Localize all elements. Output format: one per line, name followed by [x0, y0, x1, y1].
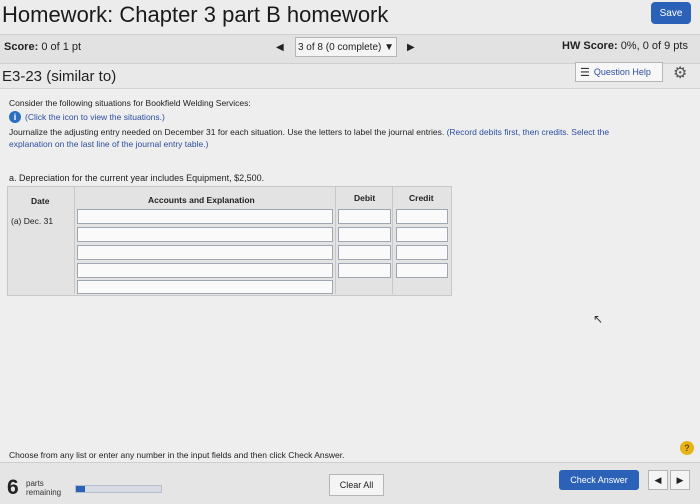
score-value: 0 of 1 pt — [41, 41, 82, 53]
prev-question-button[interactable]: ◀ — [276, 42, 284, 53]
help-icon[interactable]: ? — [680, 441, 694, 455]
parts-remaining-count: 6 — [7, 476, 19, 499]
hw-score-label: HW Score: — [562, 40, 618, 52]
clear-all-button[interactable]: Clear All — [329, 474, 384, 496]
parts-remaining-label: parts remaining — [26, 479, 61, 497]
question-body — [0, 88, 700, 504]
header-date: Date — [31, 196, 50, 206]
explanation-field[interactable] — [77, 280, 333, 294]
gear-icon[interactable]: ⚙ — [673, 63, 687, 83]
column-divider — [335, 186, 336, 294]
account-field[interactable] — [77, 263, 333, 278]
column-divider — [74, 186, 75, 294]
question-dropdown[interactable]: 3 of 8 (0 complete) ▼ — [295, 37, 397, 57]
page-title: Homework: Chapter 3 part B homework — [2, 2, 389, 27]
debit-field[interactable] — [338, 245, 391, 260]
header-debit: Debit — [354, 193, 376, 203]
header-accounts: Accounts and Explanation — [148, 195, 255, 205]
question-help-label: Question Help — [593, 67, 651, 77]
info-link[interactable]: (Click the icon to view the situations.) — [25, 112, 165, 122]
progress-fill — [76, 486, 85, 492]
question-dropdown-label: 3 of 8 (0 complete) — [297, 41, 382, 53]
debit-field[interactable] — [338, 209, 391, 224]
intro-text: Consider the following situations for Bo… — [9, 98, 251, 108]
question-help-button[interactable]: ☰ Question Help — [575, 62, 663, 82]
instructions-text: Journalize the adjusting entry needed on… — [9, 127, 609, 137]
hw-score: HW Score: 0%, 0 of 9 pts — [562, 40, 688, 52]
instructions-main: Journalize the adjusting entry needed on… — [9, 127, 445, 137]
hw-score-value: 0%, 0 of 9 pts — [620, 40, 688, 52]
credit-field[interactable] — [396, 227, 448, 242]
credit-field[interactable] — [396, 245, 448, 260]
parts-label-2: remaining — [26, 488, 62, 497]
save-button[interactable]: Save — [651, 2, 691, 24]
next-question-button[interactable]: ▶ — [407, 42, 415, 53]
chevron-left-icon[interactable]: ◀ — [648, 470, 668, 490]
chevron-down-icon: ▼ — [384, 41, 395, 53]
question-title: E3-23 (similar to) — [2, 68, 117, 85]
column-divider — [392, 186, 393, 294]
header-credit: Credit — [409, 193, 434, 203]
score: Score: 0 of 1 pt — [4, 41, 81, 53]
debit-field[interactable] — [338, 227, 391, 242]
account-field[interactable] — [77, 209, 333, 224]
part-a-text: a. Depreciation for the current year inc… — [9, 173, 265, 183]
debit-field[interactable] — [338, 263, 391, 278]
account-field[interactable] — [77, 245, 333, 260]
parts-progress-bar — [75, 485, 162, 493]
date-cell: (a) Dec. 31 — [11, 216, 54, 226]
instructions-note-2: explanation on the last line of the jour… — [9, 139, 209, 149]
account-field[interactable] — [77, 227, 333, 242]
footer-prompt: Choose from any list or enter any number… — [9, 450, 345, 460]
mouse-cursor-icon: ↖ — [593, 312, 604, 326]
score-label: Score: — [4, 41, 39, 53]
credit-field[interactable] — [396, 263, 448, 278]
credit-field[interactable] — [396, 209, 448, 224]
list-icon: ☰ — [580, 66, 590, 79]
parts-label-1: parts — [26, 479, 44, 488]
chevron-right-icon[interactable]: ▶ — [670, 470, 690, 490]
instructions-note-1: (Record debits first, then credits. Sele… — [446, 127, 610, 137]
info-icon[interactable]: i — [9, 111, 21, 123]
check-answer-button[interactable]: Check Answer — [559, 470, 639, 490]
